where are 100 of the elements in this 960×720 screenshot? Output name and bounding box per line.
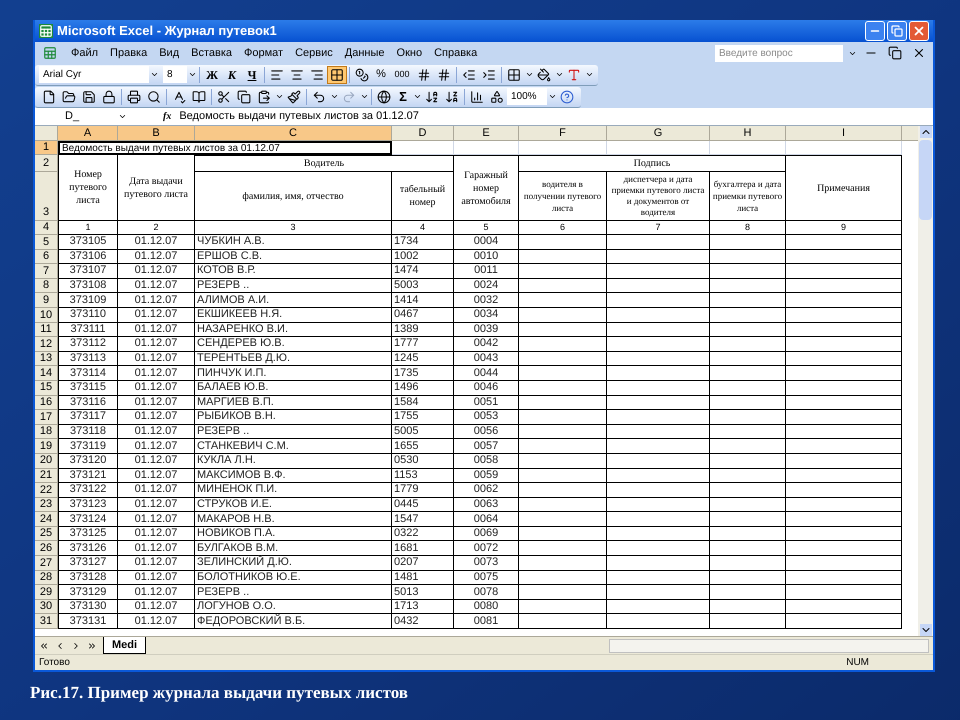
row-header[interactable]: 24	[35, 512, 58, 527]
underline-button[interactable]: Ч	[242, 66, 262, 84]
currency-icon[interactable]	[355, 68, 369, 82]
row-header[interactable]: 28	[35, 570, 58, 586]
row-header[interactable]: 30	[35, 600, 58, 614]
sheet-tab[interactable]: Medi	[103, 636, 146, 654]
menu-item[interactable]: Файл	[65, 44, 104, 62]
column-header[interactable]: I	[786, 126, 902, 141]
column-header[interactable]: B	[118, 126, 195, 141]
scroll-thumb[interactable]	[919, 140, 932, 220]
row-header[interactable]: 23	[35, 498, 58, 512]
menu-item[interactable]: Справка	[428, 44, 484, 62]
row-header[interactable]: 25	[35, 526, 58, 542]
menu-item[interactable]: Вид	[153, 44, 186, 62]
row-header[interactable]: 22	[35, 483, 58, 498]
undo-dropdown-caret-icon[interactable]	[330, 92, 338, 101]
function-icon[interactable]: fx	[163, 109, 172, 124]
row-header[interactable]: 9	[35, 293, 58, 308]
row-header[interactable]: 29	[35, 585, 58, 600]
borders-dropdown-caret-icon[interactable]	[524, 70, 534, 79]
row-header[interactable]: 14	[35, 366, 58, 381]
scroll-down-icon[interactable]	[920, 624, 932, 636]
formula-field[interactable]: Ведомость выдачи путевых листов за 01.12.07	[179, 108, 419, 125]
last-sheet-icon[interactable]	[87, 640, 97, 650]
size-dropdown-caret-icon[interactable]	[188, 70, 196, 79]
sort-descending-icon[interactable]	[445, 90, 459, 104]
row-header[interactable]: 1	[35, 141, 58, 155]
print-preview-icon[interactable]	[147, 90, 161, 104]
restore-icon[interactable]	[888, 46, 902, 60]
help-search-field[interactable]: Введите вопрос	[715, 44, 843, 62]
fill-bucket-icon[interactable]	[537, 68, 551, 82]
horizontal-scrollbar[interactable]	[609, 638, 929, 652]
row-header[interactable]: 10	[35, 308, 58, 323]
print-icon[interactable]	[127, 90, 141, 104]
column-header[interactable]: E	[454, 126, 519, 141]
row-header[interactable]: 5	[35, 235, 58, 250]
row-header[interactable]: 2	[35, 155, 58, 172]
font-name-field[interactable]: Arial Cyr	[39, 66, 149, 83]
row-header[interactable]: 18	[35, 424, 58, 440]
row-header[interactable]: 6	[35, 250, 58, 264]
fill-dropdown-caret-icon[interactable]	[554, 70, 564, 79]
scroll-up-icon[interactable]	[920, 126, 932, 138]
column-header[interactable]: D	[392, 126, 454, 141]
row-header[interactable]: 27	[35, 556, 58, 571]
help-icon[interactable]	[560, 90, 574, 104]
row-header[interactable]: 26	[35, 541, 58, 556]
menu-item[interactable]: Окно	[390, 44, 428, 62]
menu-item[interactable]: Вставка	[185, 44, 238, 62]
hyperlink-icon[interactable]	[377, 90, 391, 104]
spelling-icon[interactable]	[172, 90, 186, 104]
paste-icon[interactable]	[257, 90, 271, 104]
sort-ascending-icon[interactable]	[425, 90, 439, 104]
row-header[interactable]: 20	[35, 454, 58, 468]
restore-button[interactable]	[887, 21, 907, 41]
paste-dropdown-caret-icon[interactable]	[274, 92, 284, 101]
row-header[interactable]: 13	[35, 352, 58, 366]
font-color-dropdown-caret-icon[interactable]	[584, 70, 594, 79]
zoom-field[interactable]: 100%	[507, 88, 547, 105]
row-header[interactable]: 11	[35, 322, 58, 338]
font-color-icon[interactable]	[567, 68, 581, 82]
align-center-icon[interactable]	[290, 68, 304, 82]
save-icon[interactable]	[82, 90, 96, 104]
format-painter-icon[interactable]	[287, 90, 301, 104]
indent-increase-icon[interactable]	[482, 68, 496, 82]
row-header[interactable]: 16	[35, 396, 58, 410]
row-header[interactable]: 7	[35, 264, 58, 279]
menu-item[interactable]: Данные	[338, 44, 391, 62]
merge-cells-button[interactable]	[327, 66, 347, 84]
menu-item[interactable]: Сервис	[289, 44, 339, 62]
minimize-button[interactable]	[865, 21, 885, 41]
row-header[interactable]: 21	[35, 468, 58, 484]
row-header[interactable]: 4	[35, 221, 58, 235]
column-header[interactable]: H	[710, 126, 786, 141]
autosum-button[interactable]: Σ	[394, 86, 412, 106]
close-icon[interactable]	[912, 46, 926, 60]
italic-button[interactable]: К	[222, 66, 242, 84]
font-dropdown-caret-icon[interactable]	[150, 70, 158, 79]
chart-icon[interactable]	[470, 90, 484, 104]
row-header[interactable]: 31	[35, 614, 58, 630]
align-right-icon[interactable]	[310, 68, 324, 82]
column-header[interactable]: A	[58, 126, 118, 141]
new-file-icon[interactable]	[42, 90, 56, 104]
row-header[interactable]: 3	[35, 172, 58, 221]
cut-icon[interactable]	[217, 90, 231, 104]
column-header[interactable]: C	[195, 126, 392, 141]
undo-icon[interactable]	[312, 90, 326, 104]
thousands-button[interactable]: 000	[390, 68, 414, 82]
column-header[interactable]: F	[519, 126, 607, 141]
name-box-dropdown-caret-icon[interactable]	[118, 112, 126, 121]
row-header[interactable]: 12	[35, 337, 58, 352]
menu-item[interactable]: Формат	[238, 44, 290, 62]
column-header[interactable]: G	[607, 126, 710, 141]
folder-icon[interactable]	[62, 90, 76, 104]
font-size-field[interactable]: 8	[163, 66, 187, 83]
row-header[interactable]: 8	[35, 278, 58, 294]
first-sheet-icon[interactable]	[39, 640, 49, 650]
redo-dropdown-caret-icon[interactable]	[360, 92, 368, 101]
permission-icon[interactable]	[102, 90, 116, 104]
row-header[interactable]: 15	[35, 380, 58, 396]
align-left-icon[interactable]	[270, 68, 284, 82]
